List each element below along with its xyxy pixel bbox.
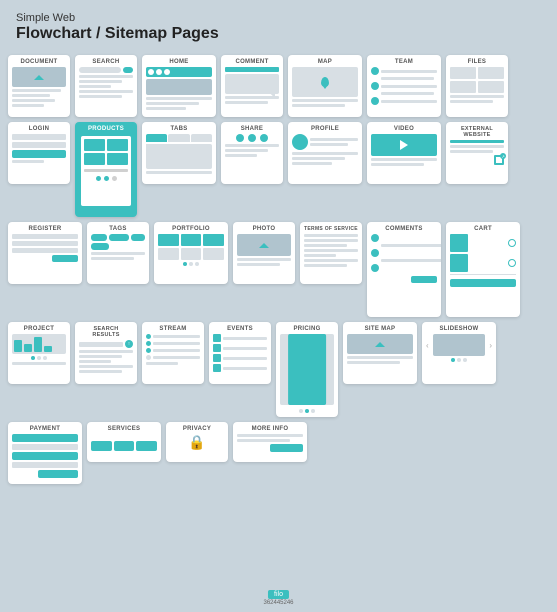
header-subtitle: Simple Web xyxy=(16,12,541,24)
card-login[interactable]: LOGIN xyxy=(8,122,70,184)
card-files[interactable]: FILES xyxy=(446,55,508,117)
author-tag: filo xyxy=(268,590,289,599)
main-container: Simple Web Flowchart / Sitemap Pages DOC… xyxy=(0,0,557,612)
card-slideshow[interactable]: SLIDESHOW ‹ › xyxy=(422,322,496,384)
card-comments[interactable]: COMMENTS xyxy=(367,222,441,317)
products-inner xyxy=(81,136,131,206)
card-register[interactable]: REGISTER xyxy=(8,222,82,284)
cards-grid: DOCUMENT SEARCH xyxy=(0,51,557,488)
card-cart[interactable]: CART xyxy=(446,222,520,317)
card-tags[interactable]: TAGS xyxy=(87,222,149,284)
card-video[interactable]: VIDEO xyxy=(367,122,441,184)
card-photo[interactable]: PHOTO xyxy=(233,222,295,284)
card-tabs[interactable]: TABS xyxy=(142,122,216,184)
header: Simple Web Flowchart / Sitemap Pages xyxy=(0,0,557,51)
card-search[interactable]: SEARCH xyxy=(75,55,137,117)
card-more-info[interactable]: MORE INFO xyxy=(233,422,307,462)
card-search-results[interactable]: SEARCH RESULTS ↑ xyxy=(75,322,137,384)
card-portfolio[interactable]: PORTFOLIO xyxy=(154,222,228,284)
card-project[interactable]: PROJECT xyxy=(8,322,70,384)
watermark: filo 362445246 xyxy=(263,590,293,606)
getty-id: 362445246 xyxy=(263,600,293,606)
card-pricing[interactable]: PRICING xyxy=(276,322,338,417)
card-terms-of-service[interactable]: TERMS OF SERVICE xyxy=(300,222,362,284)
card-profile[interactable]: PROFILE xyxy=(288,122,362,184)
card-team[interactable]: TEAM xyxy=(367,55,441,117)
card-events[interactable]: EVENTS xyxy=(209,322,271,384)
card-products[interactable]: PRODUCTS xyxy=(75,122,137,217)
card-privacy[interactable]: PRIVACY 🔒 xyxy=(166,422,228,462)
header-title: Flowchart / Sitemap Pages xyxy=(16,24,541,43)
card-external-website[interactable]: EXTERNAL WEBSITE ↗ xyxy=(446,122,508,184)
card-comment[interactable]: COMMENT xyxy=(221,55,283,117)
card-site-map[interactable]: SITE MAP xyxy=(343,322,417,384)
card-home[interactable]: HOME xyxy=(142,55,216,117)
card-map[interactable]: MAP xyxy=(288,55,362,117)
card-services[interactable]: SERVICES xyxy=(87,422,161,462)
card-document[interactable]: DOCUMENT xyxy=(8,55,70,117)
card-share[interactable]: SHARE xyxy=(221,122,283,184)
card-payment[interactable]: PAYMENT xyxy=(8,422,82,484)
card-stream[interactable]: STREAM xyxy=(142,322,204,384)
